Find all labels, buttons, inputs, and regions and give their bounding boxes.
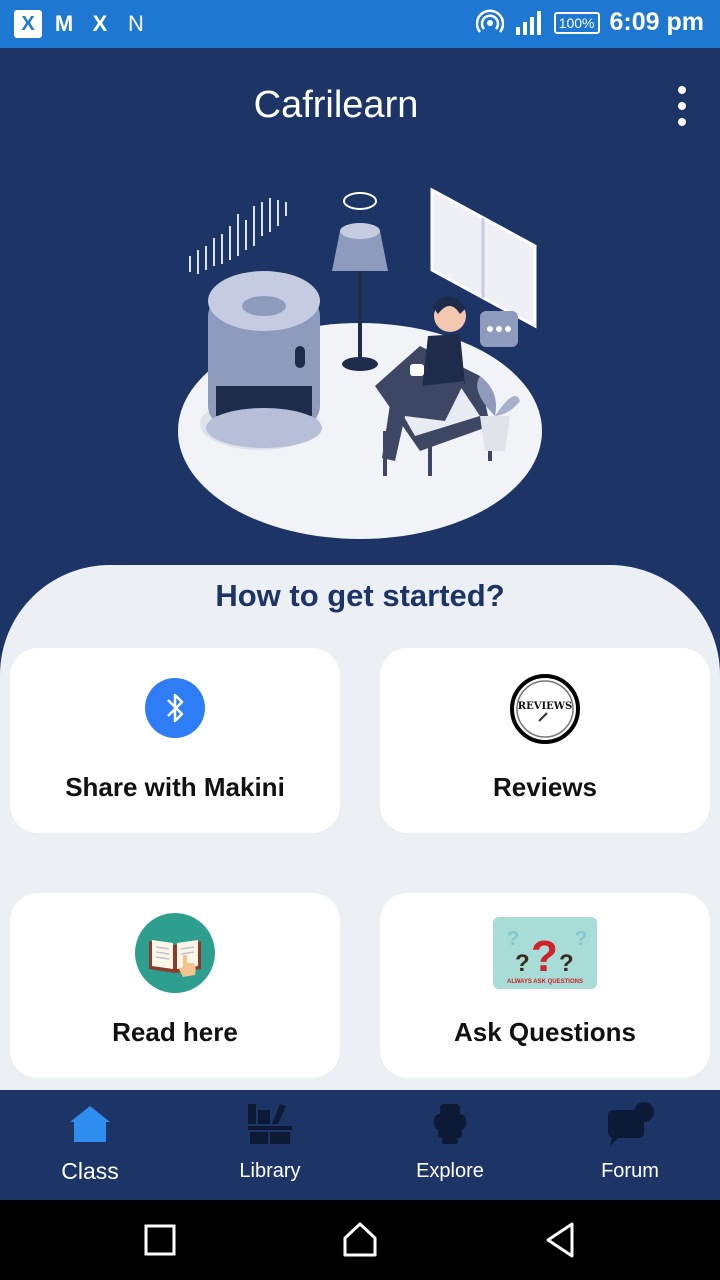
reviews-card[interactable]: REVIEWS Reviews <box>380 648 710 833</box>
card-label: Read here <box>112 1017 238 1047</box>
x-notification-icon: X <box>92 11 108 36</box>
n-notification-icon: N <box>128 11 144 36</box>
section-heading: How to get started? <box>215 578 505 613</box>
nav-label: Class <box>61 1158 119 1184</box>
nav-forum[interactable]: Forum <box>540 1090 720 1200</box>
gmail-icon: M <box>54 11 74 36</box>
explore-icon <box>434 1104 466 1144</box>
nav-class[interactable]: Class <box>0 1090 180 1200</box>
svg-text:?: ? <box>531 932 558 981</box>
forum-icon <box>608 1102 654 1146</box>
card-label: Share with Makini <box>65 772 285 802</box>
hero-illustration <box>178 187 542 539</box>
more-vert-icon[interactable] <box>670 86 694 126</box>
ask-questions-card[interactable]: ? ? ? ? ? ALWAYS ASK QUESTIONS Ask Quest… <box>380 893 710 1078</box>
card-label: Reviews <box>492 772 598 802</box>
home-nav-icon[interactable] <box>338 1218 382 1262</box>
home-icon <box>70 1106 110 1142</box>
nav-explore[interactable]: Explore <box>360 1090 540 1200</box>
back-icon[interactable] <box>538 1218 582 1262</box>
notification-icons: X M X N <box>14 10 150 38</box>
recent-apps-icon[interactable] <box>138 1218 182 1262</box>
app-bar: Cafrilearn <box>0 48 720 160</box>
library-icon <box>248 1104 292 1144</box>
hotspot-icon <box>475 8 504 33</box>
bottom-navigation: Class Library Explore Forum <box>0 1090 720 1200</box>
bluetooth-icon <box>145 678 205 738</box>
signal-icon <box>515 10 541 35</box>
nav-label: Library <box>239 1160 301 1182</box>
svg-text:?: ? <box>559 950 574 977</box>
svg-text:?: ? <box>507 928 519 950</box>
questions-icon-text: ALWAYS ASK QUESTIONS <box>507 979 583 985</box>
svg-text:?: ? <box>515 950 530 977</box>
reviews-icon-text: REVIEWS <box>518 701 572 712</box>
book-icon <box>135 913 215 993</box>
system-navigation-bar <box>0 1200 720 1280</box>
card-label: Ask Questions <box>453 1017 637 1047</box>
questions-icon: ? ? ? ? ? ALWAYS ASK QUESTIONS <box>493 917 597 989</box>
nav-label: Forum <box>601 1160 659 1182</box>
reviews-icon: REVIEWS <box>510 674 580 744</box>
clock: 6:09 pm <box>609 8 704 36</box>
battery-indicator: 100% <box>553 11 600 34</box>
nav-label: Explore <box>416 1160 484 1182</box>
status-bar: X M X N 100% 6:09 pm <box>0 0 720 48</box>
share-with-makini-card[interactable]: Share with Makini <box>10 648 340 833</box>
app-title: Cafrilearn <box>253 84 419 126</box>
read-here-card[interactable]: Read here <box>10 893 340 1078</box>
svg-text:?: ? <box>575 928 587 950</box>
nav-library[interactable]: Library <box>180 1090 360 1200</box>
x-app-icon: X <box>14 10 42 38</box>
